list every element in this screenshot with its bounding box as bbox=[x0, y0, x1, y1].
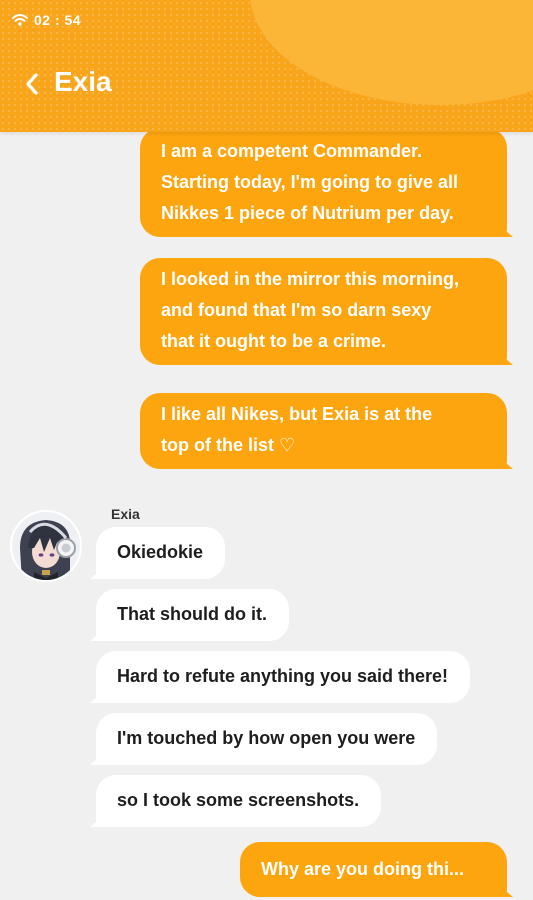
status-bar: 02 : 54 bbox=[12, 12, 81, 28]
chevron-left-icon bbox=[26, 73, 38, 95]
message-line: I am a competent Commander. bbox=[161, 141, 423, 161]
message-text: so I took some screenshots. bbox=[117, 790, 360, 810]
incoming-message: Hard to refute anything you said there! bbox=[89, 651, 471, 703]
message-text: That should do it. bbox=[117, 604, 267, 624]
outgoing-message: I like all Nikes, but Exia is at the top… bbox=[140, 393, 513, 469]
message-line: Starting today, I'm going to give all bbox=[161, 172, 458, 192]
wifi-icon bbox=[12, 14, 28, 26]
message-line: Nikkes 1 piece of Nutrium per day. bbox=[161, 203, 454, 223]
incoming-message: That should do it. bbox=[90, 589, 289, 641]
speech-bubble-decoration bbox=[250, 0, 533, 105]
reply-option-text: Why are you doing thi... bbox=[261, 859, 465, 879]
incoming-message: Okiedokie bbox=[89, 527, 226, 579]
back-button[interactable] bbox=[18, 68, 46, 100]
message-text: Okiedokie bbox=[117, 542, 204, 562]
message-text: I'm touched by how open you were bbox=[117, 728, 416, 748]
reply-option-button[interactable]: Why are you doing thi... bbox=[240, 842, 513, 897]
message-line: I like all Nikes, but Exia is at the bbox=[161, 404, 433, 424]
outgoing-message: I looked in the mirror this morning, and… bbox=[140, 258, 513, 365]
exia-avatar-image bbox=[12, 512, 80, 580]
message-line: and found that I'm so darn sexy bbox=[161, 300, 432, 320]
chat-header: 02 : 54 Exia bbox=[0, 0, 533, 132]
incoming-message: I'm touched by how open you were bbox=[89, 713, 438, 765]
message-line: that it ought to be a crime. bbox=[161, 331, 387, 351]
sender-name: Exia bbox=[111, 506, 140, 522]
status-time: 02 : 54 bbox=[34, 12, 82, 28]
message-line: top of the list ♡ bbox=[161, 435, 296, 455]
incoming-message: so I took some screenshots. bbox=[89, 775, 382, 827]
message-line: I looked in the mirror this morning, bbox=[161, 269, 460, 289]
page-title: Exia bbox=[54, 66, 112, 97]
message-text: Hard to refute anything you said there! bbox=[117, 666, 449, 686]
avatar[interactable] bbox=[10, 510, 82, 582]
outgoing-message: I am a competent Commander. Starting tod… bbox=[140, 128, 513, 237]
